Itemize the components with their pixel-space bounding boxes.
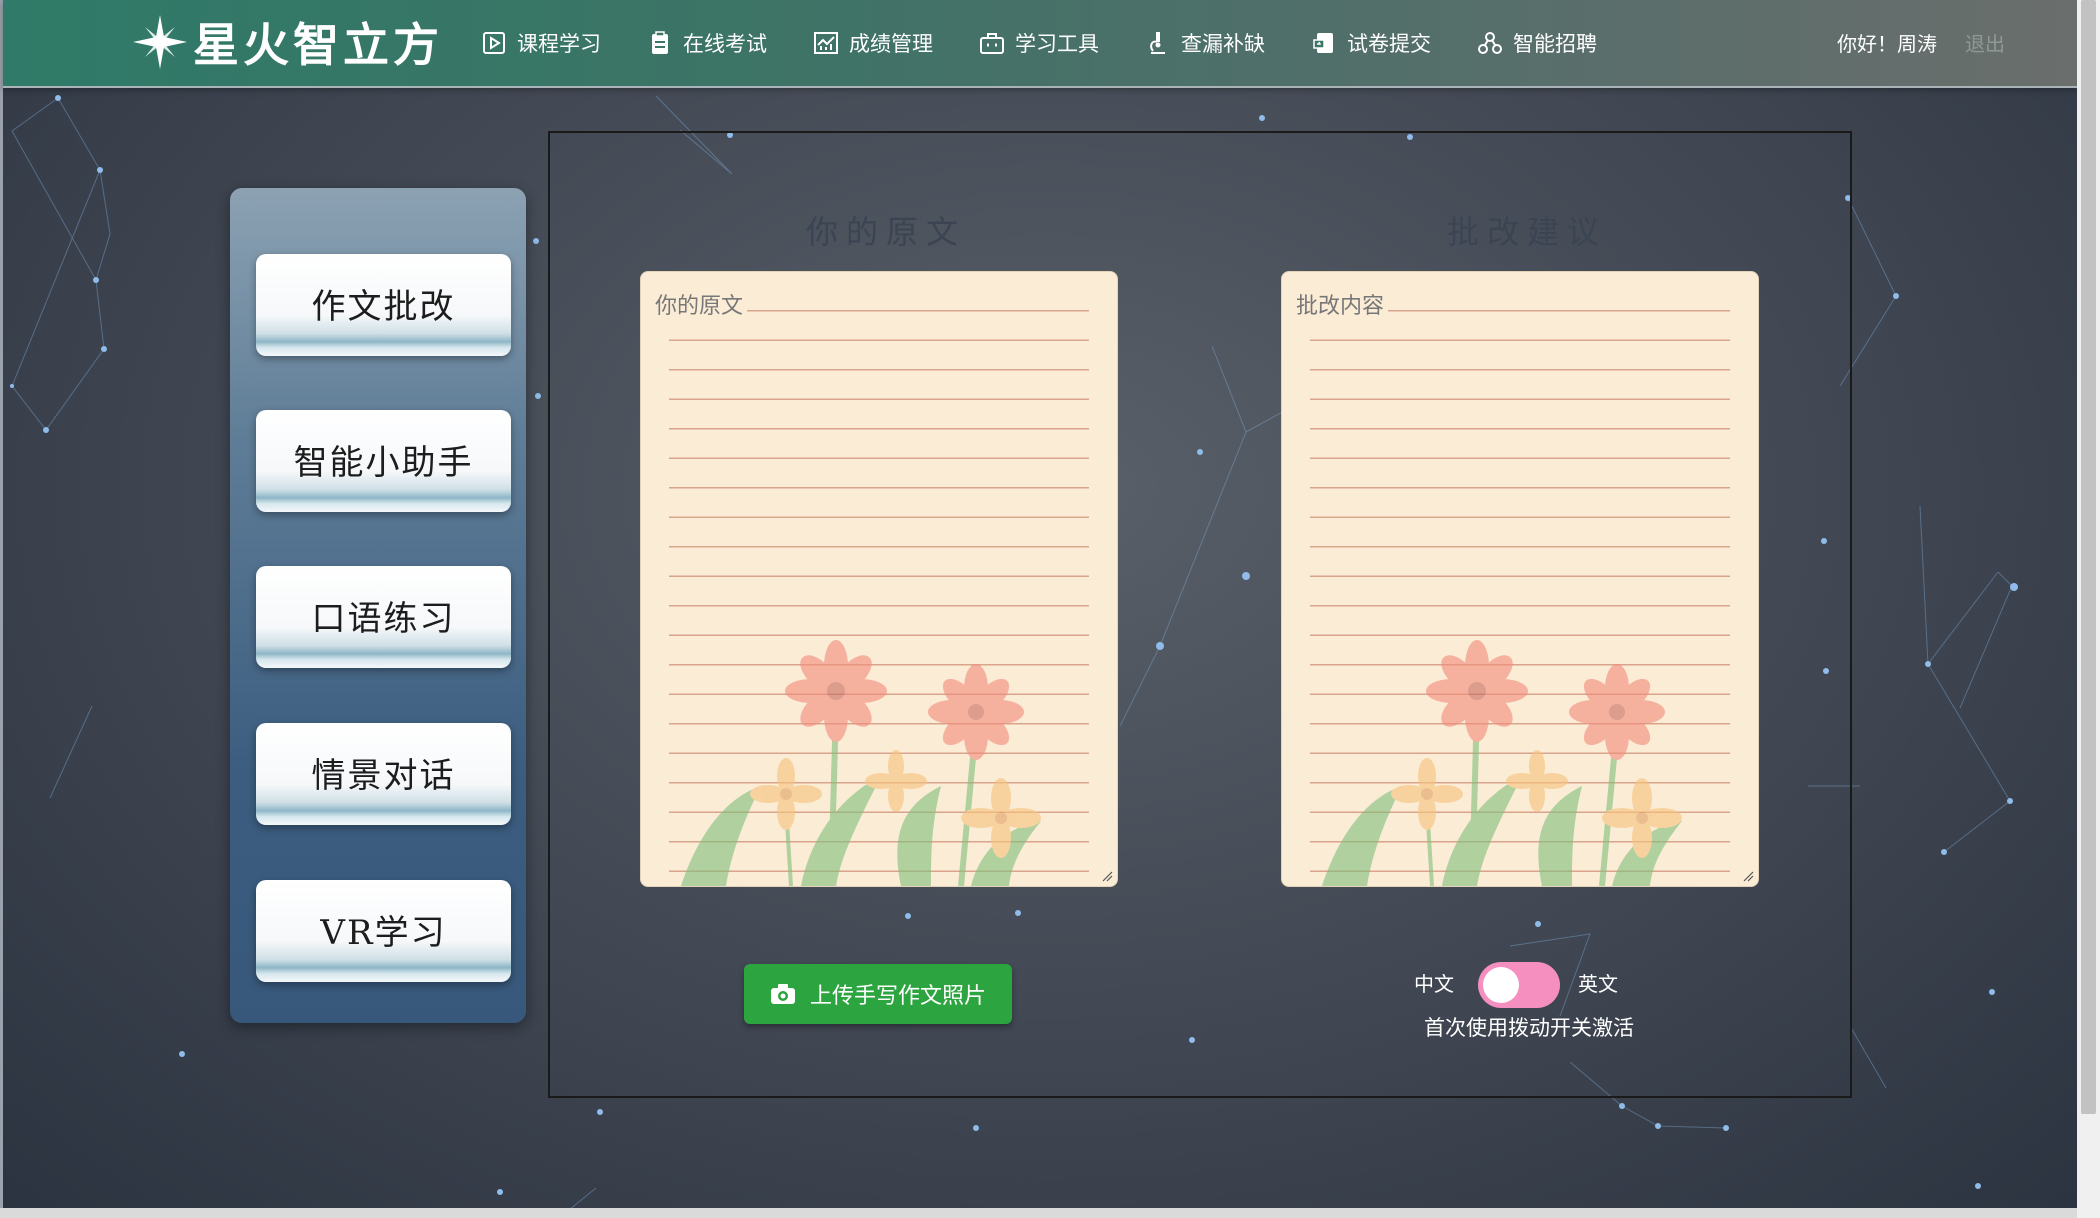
sidebar-item-essay-correction[interactable]: 作文批改 — [256, 254, 511, 356]
logo[interactable]: 星火智立方 — [133, 14, 443, 72]
logo-text: 星火智立方 — [193, 18, 443, 72]
suggestion-placeholder: 批改内容 — [1296, 288, 1389, 320]
nav-smart-recruit[interactable]: 智能招聘 — [1477, 28, 1597, 58]
camera-icon — [770, 984, 795, 1004]
sidebar-item-label: 情景对话 — [311, 755, 456, 796]
play-doc-icon — [483, 32, 505, 54]
original-placeholder: 你的原文 — [655, 288, 748, 320]
toolbox-icon — [980, 33, 1004, 54]
nav-submit-paper[interactable]: 试卷提交 — [1311, 28, 1431, 58]
sidebar-item-label: 口语练习 — [311, 598, 456, 639]
upload-label: 上传手写作文照片 — [809, 984, 986, 1009]
original-title: 你的原文 — [806, 213, 967, 251]
user-greeting: 你好！周涛 — [1837, 32, 1937, 56]
nav-label: 试卷提交 — [1347, 32, 1431, 56]
submit-doc-icon — [1313, 33, 1333, 53]
toggle-hint: 首次使用拨动开关激活 — [1424, 1016, 1634, 1040]
resize-grip-icon[interactable] — [1742, 870, 1754, 882]
nav-label: 在线考试 — [683, 32, 767, 56]
microscope-icon — [1150, 32, 1165, 54]
toggle-knob — [1483, 967, 1519, 1003]
sidebar-item-speaking-practice[interactable]: 口语练习 — [256, 566, 511, 668]
language-toggle[interactable] — [1478, 962, 1560, 1008]
network-icon — [1478, 32, 1502, 54]
nav-fill-gaps[interactable]: 查漏补缺 — [1145, 28, 1265, 58]
nav-label: 课程学习 — [517, 32, 601, 56]
clipboard-icon — [652, 31, 668, 54]
upload-photo-button[interactable]: 上传手写作文照片 — [744, 964, 1012, 1024]
flower-illustration — [681, 640, 1041, 886]
nav-grade-management[interactable]: 成绩管理 — [813, 28, 933, 58]
sidebar-item-scenario-dialogue[interactable]: 情景对话 — [256, 723, 511, 825]
nav-online-exam[interactable]: 在线考试 — [647, 28, 767, 58]
lang-label-english: 英文 — [1578, 972, 1618, 996]
nav-label: 学习工具 — [1015, 32, 1099, 56]
suggestion-textarea[interactable]: 批改内容 — [1281, 271, 1759, 887]
logout-link[interactable]: 退出 — [1965, 28, 2005, 57]
nav-course-study[interactable]: 课程学习 — [481, 28, 601, 58]
sidebar-item-label: 智能小助手 — [293, 442, 474, 483]
nav-label: 成绩管理 — [849, 32, 933, 56]
feature-sidebar: 作文批改 智能小助手 口语练习 情景对话 VR学习 — [230, 188, 526, 1023]
main-nav: 课程学习 在线考试 成绩管理 学习工具 查漏补缺 试卷提交 智能招聘 — [481, 0, 1643, 86]
resize-grip-icon[interactable] — [1101, 870, 1113, 882]
suggestion-title: 批改建议 — [1447, 213, 1608, 251]
sidebar-item-label: VR学习 — [320, 912, 447, 953]
flower-illustration — [1322, 640, 1682, 886]
nav-label: 查漏补缺 — [1181, 32, 1265, 56]
window-bottom-edge — [0, 1208, 2077, 1218]
sidebar-item-label: 作文批改 — [311, 286, 456, 327]
chart-icon — [814, 32, 838, 54]
sidebar-item-vr-learning[interactable]: VR学习 — [256, 880, 511, 982]
essay-correction-panel: 你的原文 批改建议 你的原文 批改内容 — [548, 131, 1852, 1098]
page-scrollbar[interactable] — [2077, 0, 2100, 1218]
top-nav-bar: 星火智立方 课程学习 在线考试 成绩管理 学习工具 查漏补缺 试卷提交 智能招聘… — [3, 0, 2077, 88]
scrollbar-thumb[interactable] — [2081, 0, 2096, 1114]
sidebar-item-smart-assistant[interactable]: 智能小助手 — [256, 410, 511, 512]
star-logo-icon — [133, 15, 187, 69]
nav-study-tools[interactable]: 学习工具 — [979, 28, 1099, 58]
original-textarea[interactable]: 你的原文 — [640, 271, 1118, 887]
nav-label: 智能招聘 — [1513, 32, 1597, 56]
lang-label-chinese: 中文 — [1414, 972, 1454, 996]
